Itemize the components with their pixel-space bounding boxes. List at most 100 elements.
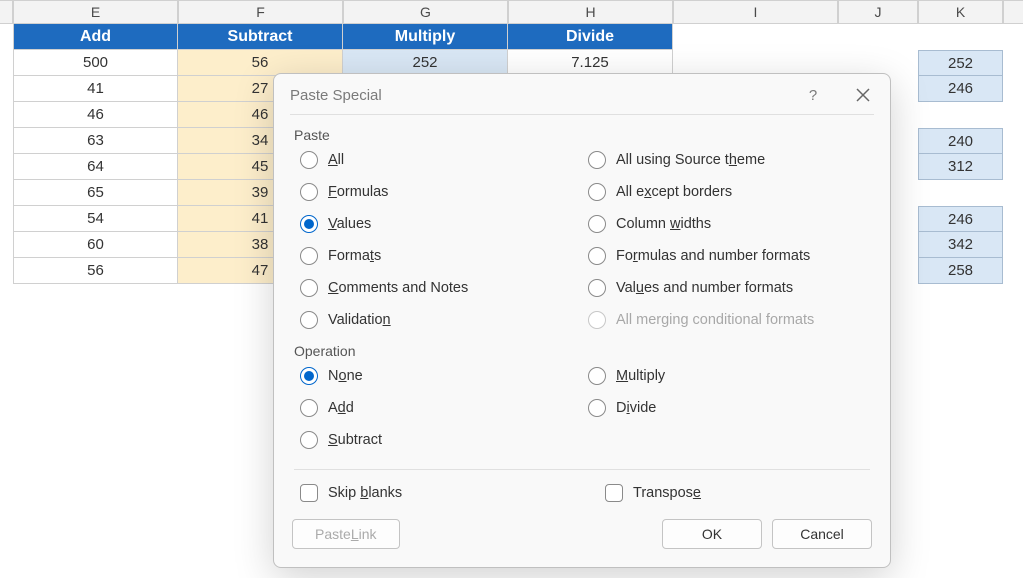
operation-section-label: Operation xyxy=(294,343,870,359)
col-header-j[interactable]: J xyxy=(838,0,918,24)
dialog-titlebar: Paste Special ? xyxy=(274,74,890,114)
opt-label: Validation xyxy=(328,312,391,328)
paste-col-right: All using Source theme All except border… xyxy=(582,149,870,337)
opt-label: All except borders xyxy=(616,184,732,200)
opt-label: All xyxy=(328,152,344,168)
op-col-left: None Add Subtract xyxy=(294,365,582,457)
opt-except-borders[interactable]: All except borders xyxy=(582,181,870,203)
cancel-button[interactable]: Cancel xyxy=(772,519,872,549)
paste-section-label: Paste xyxy=(294,127,870,143)
cell-k[interactable]: 240 xyxy=(918,128,1003,154)
cell-k[interactable]: 246 xyxy=(918,76,1003,102)
opt-label: Subtract xyxy=(328,432,382,448)
help-button[interactable]: ? xyxy=(804,87,822,104)
opt-comments[interactable]: Comments and Notes xyxy=(294,277,582,299)
cell-e[interactable]: 63 xyxy=(13,128,178,154)
radio-icon xyxy=(300,311,318,329)
radio-icon xyxy=(588,247,606,265)
opt-label: Multiply xyxy=(616,368,665,384)
opt-col-widths[interactable]: Column widths xyxy=(582,213,870,235)
edge xyxy=(0,128,13,154)
col-header-e[interactable]: E xyxy=(13,0,178,24)
opt-label: Comments and Notes xyxy=(328,280,468,296)
col-header-h[interactable]: H xyxy=(508,0,673,24)
cell-k[interactable]: 342 xyxy=(918,232,1003,258)
col-header-k[interactable]: K xyxy=(918,0,1003,24)
edge xyxy=(0,50,13,76)
hdr-subtract[interactable]: Subtract xyxy=(178,24,343,50)
radio-icon xyxy=(300,431,318,449)
operation-options-grid: None Add Subtract Multiply Divide xyxy=(294,365,870,457)
edge xyxy=(0,154,13,180)
cell-e[interactable]: 41 xyxy=(13,76,178,102)
edge xyxy=(0,24,13,50)
edge xyxy=(0,232,13,258)
cell-e[interactable]: 54 xyxy=(13,206,178,232)
opt-src-theme[interactable]: All using Source theme xyxy=(582,149,870,171)
cell-k[interactable]: 246 xyxy=(918,206,1003,232)
opt-label: None xyxy=(328,368,363,384)
cell-e[interactable]: 56 xyxy=(13,258,178,284)
transpose-checkbox[interactable]: Transpose xyxy=(605,484,870,502)
opt-all[interactable]: All xyxy=(294,149,582,171)
opt-formulas-numfmt[interactable]: Formulas and number formats xyxy=(582,245,870,267)
cell-k[interactable] xyxy=(918,180,1003,206)
col-header-f[interactable]: F xyxy=(178,0,343,24)
cell-k[interactable]: 252 xyxy=(918,50,1003,76)
radio-icon xyxy=(300,183,318,201)
radio-icon xyxy=(300,399,318,417)
checkbox-row: Skip blanks Transpose xyxy=(294,470,870,502)
checkbox-label: Skip blanks xyxy=(328,485,402,501)
col-header-edge-r xyxy=(1003,0,1023,24)
opt-label: All merging conditional formats xyxy=(616,312,814,328)
checkbox-icon xyxy=(605,484,623,502)
close-button[interactable] xyxy=(852,84,874,106)
skip-blanks-checkbox[interactable]: Skip blanks xyxy=(300,484,565,502)
opt-formulas[interactable]: Formulas xyxy=(294,181,582,203)
cell-e[interactable]: 46 xyxy=(13,102,178,128)
opt-label: Divide xyxy=(616,400,656,416)
opt-label: Formulas xyxy=(328,184,388,200)
cell-i-hdr[interactable] xyxy=(673,24,838,50)
ok-button[interactable]: OK xyxy=(662,519,762,549)
opt-label: Values xyxy=(328,216,371,232)
cell-k[interactable]: 312 xyxy=(918,154,1003,180)
hdr-add[interactable]: Add xyxy=(13,24,178,50)
paste-col-left: All Formulas Values Formats Comments and… xyxy=(294,149,582,337)
checkbox-icon xyxy=(300,484,318,502)
opt-values-numfmt[interactable]: Values and number formats xyxy=(582,277,870,299)
cell-e[interactable]: 64 xyxy=(13,154,178,180)
col-header-edge xyxy=(0,0,13,24)
table-header-row: Add Subtract Multiply Divide xyxy=(0,24,1023,50)
opt-merging-cond: All merging conditional formats xyxy=(582,309,870,331)
paste-options-grid: All Formulas Values Formats Comments and… xyxy=(294,149,870,337)
checkbox-label: Transpose xyxy=(633,485,701,501)
edge xyxy=(0,102,13,128)
opt-subtract[interactable]: Subtract xyxy=(294,429,582,451)
radio-icon xyxy=(300,247,318,265)
radio-icon xyxy=(300,151,318,169)
edge xyxy=(0,206,13,232)
opt-values[interactable]: Values xyxy=(294,213,582,235)
cell-j-hdr[interactable] xyxy=(838,24,918,50)
cell-e[interactable]: 65 xyxy=(13,180,178,206)
col-header-i[interactable]: I xyxy=(673,0,838,24)
hdr-multiply[interactable]: Multiply xyxy=(343,24,508,50)
hdr-divide[interactable]: Divide xyxy=(508,24,673,50)
opt-validation[interactable]: Validation xyxy=(294,309,582,331)
cell-e[interactable]: 500 xyxy=(13,50,178,76)
cell-k[interactable]: 258 xyxy=(918,258,1003,284)
radio-icon xyxy=(588,367,606,385)
opt-label: Add xyxy=(328,400,354,416)
opt-divide[interactable]: Divide xyxy=(582,397,870,419)
opt-none[interactable]: None xyxy=(294,365,582,387)
opt-formats[interactable]: Formats xyxy=(294,245,582,267)
cell-k-hdr[interactable] xyxy=(918,24,1003,50)
radio-icon xyxy=(300,367,318,385)
opt-multiply[interactable]: Multiply xyxy=(582,365,870,387)
col-header-g[interactable]: G xyxy=(343,0,508,24)
op-col-right: Multiply Divide xyxy=(582,365,870,457)
cell-e[interactable]: 60 xyxy=(13,232,178,258)
cell-k[interactable] xyxy=(918,102,1003,128)
opt-add[interactable]: Add xyxy=(294,397,582,419)
